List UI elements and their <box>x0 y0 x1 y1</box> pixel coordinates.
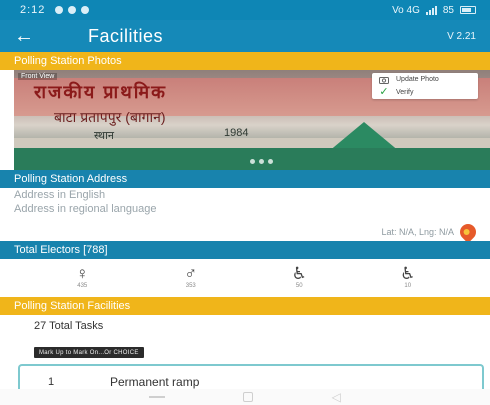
app-bar: ← Facilities V 2.21 <box>0 20 490 52</box>
address-english: Address in English <box>14 189 106 201</box>
photo-sign-line3: स्थान <box>94 130 115 142</box>
female-voter-icon: ♀ 435 <box>75 264 89 290</box>
home-icon[interactable] <box>243 392 254 402</box>
section-header-facilities: Polling Station Facilities <box>0 297 490 315</box>
section-header-address: Polling Station Address <box>0 170 490 188</box>
photo-sign-number: 1984 <box>224 127 249 139</box>
total-tasks: 27 Total Tasks <box>34 320 104 332</box>
carousel-dot[interactable] <box>250 159 255 164</box>
page-title: Facilities <box>88 25 164 46</box>
map-pin-icon[interactable] <box>456 220 480 244</box>
task-name: Permanent ramp <box>110 375 200 389</box>
message-icon <box>68 6 77 14</box>
status-time: 2:12 <box>20 4 46 16</box>
carousel-indicator[interactable] <box>250 159 273 164</box>
arrow-left-icon[interactable]: ← <box>14 26 48 46</box>
address-regional: Address in regional language <box>14 203 157 215</box>
polling-station-photo[interactable]: राजकीय प्राथमिक बाटा प्रतापपुर (बागान) स… <box>14 70 490 170</box>
recents-icon[interactable] <box>149 396 166 398</box>
address-block: Address in English Address in regional l… <box>14 188 480 244</box>
male-voter-icon: ♂ 353 <box>184 264 198 290</box>
wheelchair-icon: ♿ 10 <box>400 264 416 290</box>
app-version: V 2.21 <box>447 30 476 42</box>
senior-citizen-count: 50 <box>295 283 303 289</box>
update-photo-label: Update Photo <box>396 76 439 83</box>
male-voter-count: 353 <box>185 283 196 289</box>
photo-rail <box>14 138 490 148</box>
notification-icons <box>55 6 90 14</box>
screen: 2:12 Vo 4G 85 ← Facilities V 2.21 Pollin… <box>0 0 490 405</box>
verify-label: Verify <box>396 89 414 96</box>
back-nav-icon[interactable]: ◁ <box>332 390 341 404</box>
section-header-electors: Total Electors [788] <box>0 241 490 259</box>
senior-citizen-icon: ♿ 50 <box>291 264 307 290</box>
photo-sign-subtitle: बाटा प्रतापपुर (बागान) <box>54 109 166 125</box>
section-header-photos: Polling Station Photos <box>0 52 490 70</box>
photo-sign-title: राजकीय प्राथमिक <box>34 82 167 102</box>
lat-lng-row: Lat: N/A, Lng: N/A <box>381 220 480 244</box>
carousel-dot[interactable] <box>259 159 264 164</box>
female-voter-count: 435 <box>77 283 88 289</box>
wheelchair-count: 10 <box>404 283 412 289</box>
verify-button[interactable]: ✓ Verify <box>372 86 478 99</box>
camera-icon <box>378 76 390 84</box>
elector-breakdown: ♀ 435 ♂ 353 ♿ 50 ♿ 10 <box>0 262 490 292</box>
lat-lng-text: Lat: N/A, Lng: N/A <box>381 227 454 237</box>
battery-percent: 85 <box>442 4 454 16</box>
system-indicators: Vo 4G 85 <box>392 5 476 16</box>
carousel-dot[interactable] <box>268 159 273 164</box>
status-bar: 2:12 Vo 4G 85 <box>0 0 490 20</box>
network-label: Vo 4G <box>392 4 420 16</box>
update-photo-button[interactable]: Update Photo <box>372 73 478 86</box>
photo-tag: Front View <box>18 73 58 80</box>
system-nav-bar: ◁ <box>0 389 490 405</box>
task-number: 1 <box>48 376 55 388</box>
notification-icon <box>55 6 64 14</box>
app-icon <box>81 6 90 14</box>
battery-icon <box>460 6 476 14</box>
signal-icon <box>425 5 437 15</box>
checkmark-icon: ✓ <box>379 86 389 98</box>
mark-tasks-button[interactable]: Mark Up to Mark On...Or CHOICE <box>34 347 144 358</box>
photo-action-panel: Update Photo ✓ Verify <box>372 73 478 99</box>
